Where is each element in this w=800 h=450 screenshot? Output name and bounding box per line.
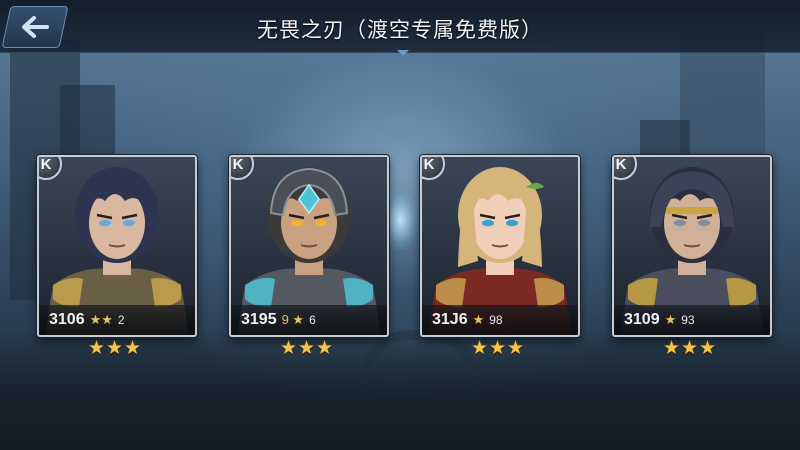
title-notch-decoration	[397, 50, 409, 56]
star-level-icon: ★	[664, 312, 677, 327]
hero-rating-stars: ★★★	[87, 338, 143, 359]
hero-info-bar: 3109 ★ 93	[614, 305, 770, 335]
star-level-icon: ★★	[89, 312, 113, 327]
top-bar: 无畏之刃（渡空专属免费版）	[0, 0, 800, 56]
hero-info-bar: 3195 9 ★ 6	[231, 305, 387, 335]
hero-level: 6	[309, 313, 316, 327]
hero-info-bar: 3106 ★★ 2	[39, 305, 195, 335]
hero-power: 3106	[49, 311, 85, 328]
hero-power: 31J6	[432, 311, 468, 328]
hero-level: 93	[681, 313, 695, 327]
page-title: 无畏之刃（渡空专属免费版）	[257, 19, 543, 42]
hero-card-2[interactable]: K 3195 9 ★ 6	[229, 155, 389, 337]
hero-card-1[interactable]: K 3106 ★★ 2	[37, 155, 197, 337]
hero-card-4[interactable]: K 3109 ★ 93	[612, 155, 772, 337]
hero-info-bar: 31J6 ★ 98	[422, 305, 578, 335]
hero-power: 3195	[241, 311, 277, 328]
hero-rating-stars: ★★★	[470, 338, 526, 359]
hero-level: 98	[489, 313, 503, 327]
hero-level: 2	[117, 313, 125, 327]
hero-card-3[interactable]: K 31J6 ★ 98	[420, 155, 580, 337]
hero-power: 3109	[624, 311, 660, 328]
hero-rating-stars: ★★★	[662, 338, 718, 359]
star-level-icon: ★	[472, 312, 485, 327]
hero-rating-stars: ★★★	[279, 338, 335, 359]
star-level-icon: 9 ★	[281, 312, 305, 327]
